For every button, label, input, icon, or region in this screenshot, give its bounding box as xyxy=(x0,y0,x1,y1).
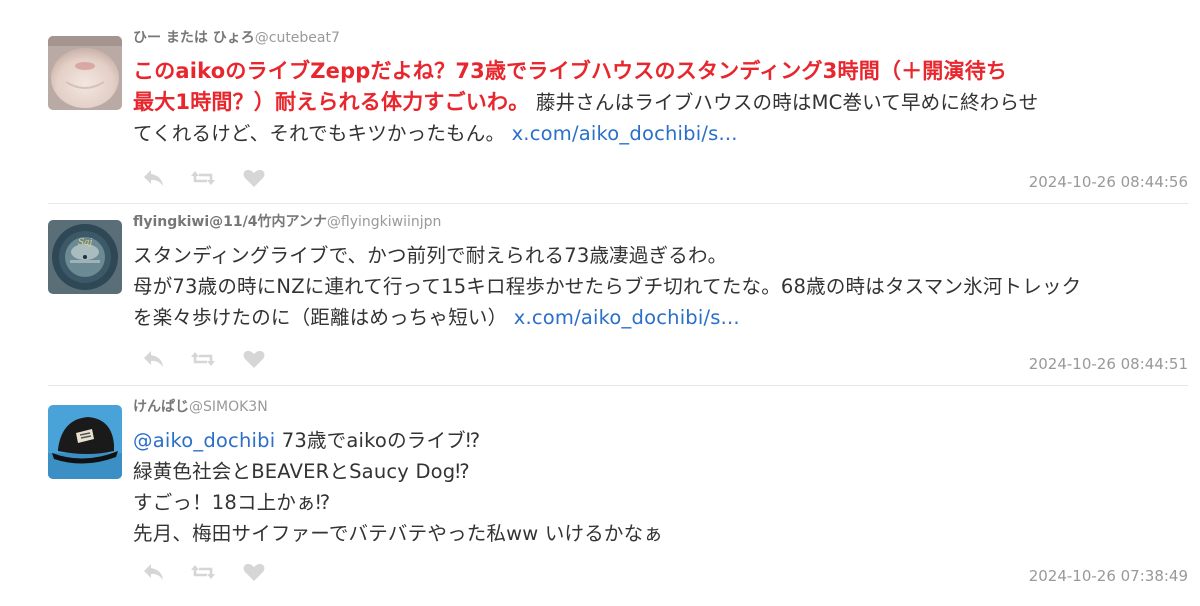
author-line: ひー または ひょろ@cutebeat7 xyxy=(133,28,1188,48)
divider xyxy=(48,203,1188,204)
highlighted-text: 最大1時間？）耐えられる体力すごいわ。 xyxy=(133,90,530,114)
tweet-content: flyingkiwi@11/4竹内アンナ@flyingkiwiinjpn スタン… xyxy=(133,212,1188,333)
text-segment: 先月、梅田サイファーでバテバテやった私ww いけるかなぁ xyxy=(133,522,664,545)
like-button[interactable] xyxy=(241,347,267,371)
display-name[interactable]: けんぱじ xyxy=(133,399,189,415)
retweet-button[interactable] xyxy=(190,560,216,584)
action-bar xyxy=(133,166,283,190)
reply-button[interactable] xyxy=(141,347,167,371)
tweet-text: スタンディングライブで、かつ前列で耐えられる73歳凄過ぎるわ。 母が73歳の時に… xyxy=(133,240,1188,333)
user-handle[interactable]: @flyingkiwiinjpn xyxy=(327,214,442,230)
action-bar xyxy=(133,347,283,371)
text-segment: てくれるけど、それでもキツかったもん。 xyxy=(133,122,512,145)
like-button[interactable] xyxy=(241,560,267,584)
heart-icon xyxy=(243,563,265,581)
author-line: flyingkiwi@11/4竹内アンナ@flyingkiwiinjpn xyxy=(133,212,1188,232)
avatar[interactable]: Saj xyxy=(48,220,122,294)
tweet-feed: ひー または ひょろ@cutebeat7 このaikoのライブZeppだよね？7… xyxy=(0,0,1200,606)
reply-button[interactable] xyxy=(141,166,167,190)
svg-text:Saj: Saj xyxy=(78,238,93,248)
like-button[interactable] xyxy=(241,166,267,190)
user-handle[interactable]: @SIMOK3N xyxy=(189,399,268,415)
tweet-item: けんぱじ@SIMOK3N @aiko_dochibi 73歳でaikoのライブ⁉… xyxy=(48,397,1188,602)
avatar[interactable] xyxy=(48,405,122,479)
text-segment: 母が73歳の時にNZに連れて行って15キロ程歩かせたらブチ切れてたな。68歳の時… xyxy=(133,275,1082,298)
author-line: けんぱじ@SIMOK3N xyxy=(133,397,1188,417)
display-name[interactable]: ひー または ひょろ xyxy=(133,30,255,46)
retweet-button[interactable] xyxy=(190,347,216,371)
timestamp[interactable]: 2024-10-26 08:44:51 xyxy=(1029,354,1188,374)
retweet-button[interactable] xyxy=(190,166,216,190)
pet-photo-avatar xyxy=(48,36,122,110)
heart-icon xyxy=(243,350,265,368)
vinyl-record-avatar: Saj xyxy=(48,220,122,294)
timestamp[interactable]: 2024-10-26 08:44:56 xyxy=(1029,172,1188,192)
tweet-text: @aiko_dochibi 73歳でaikoのライブ⁉ 緑黄色社会とBEAVER… xyxy=(133,425,1188,549)
tweet-text: このaikoのライブZeppだよね？73歳でライブハウスのスタンディング3時間（… xyxy=(133,56,1188,149)
reply-icon xyxy=(144,564,163,580)
black-cap-avatar xyxy=(48,405,122,479)
avatar[interactable] xyxy=(48,36,122,110)
mention-link[interactable]: @aiko_dochibi xyxy=(133,429,275,452)
timestamp[interactable]: 2024-10-26 07:38:49 xyxy=(1029,566,1188,586)
user-handle[interactable]: @cutebeat7 xyxy=(255,30,340,46)
retweet-icon xyxy=(191,171,215,185)
tweet-item: Saj flyingkiwi@11/4竹内アンナ@flyingkiwiinjpn… xyxy=(48,212,1188,384)
divider xyxy=(48,385,1188,386)
text-segment: 藤井さんはライブハウスの時はMC巻いて早めに終わらせ xyxy=(529,91,1039,114)
display-name[interactable]: flyingkiwi@11/4竹内アンナ xyxy=(133,214,327,230)
tweet-item: ひー または ひょろ@cutebeat7 このaikoのライブZeppだよね？7… xyxy=(48,28,1188,203)
heart-icon xyxy=(243,169,265,187)
text-segment: を楽々歩けたのに（距離はめっちゃ短い） xyxy=(133,306,514,329)
text-segment: すごっ！18コ上かぁ⁉ xyxy=(133,491,331,514)
highlighted-text: このaikoのライブZeppだよね？73歳でライブハウスのスタンディング3時間（… xyxy=(133,59,1008,83)
action-bar xyxy=(133,560,283,584)
tweet-link[interactable]: x.com/aiko_dochibi/s... xyxy=(512,122,738,145)
text-segment: スタンディングライブで、かつ前列で耐えられる73歳凄過ぎるわ。 xyxy=(133,244,728,267)
retweet-icon xyxy=(191,565,215,579)
text-segment: 緑黄色社会とBEAVERとSaucy Dog⁉ xyxy=(133,460,470,483)
tweet-content: ひー または ひょろ@cutebeat7 このaikoのライブZeppだよね？7… xyxy=(133,28,1188,149)
retweet-icon xyxy=(191,352,215,366)
text-segment: 73歳でaikoのライブ⁉ xyxy=(275,429,481,452)
reply-icon xyxy=(144,170,163,186)
reply-icon xyxy=(144,351,163,367)
reply-button[interactable] xyxy=(141,560,167,584)
tweet-content: けんぱじ@SIMOK3N @aiko_dochibi 73歳でaikoのライブ⁉… xyxy=(133,397,1188,549)
tweet-link[interactable]: x.com/aiko_dochibi/s... xyxy=(514,306,740,329)
